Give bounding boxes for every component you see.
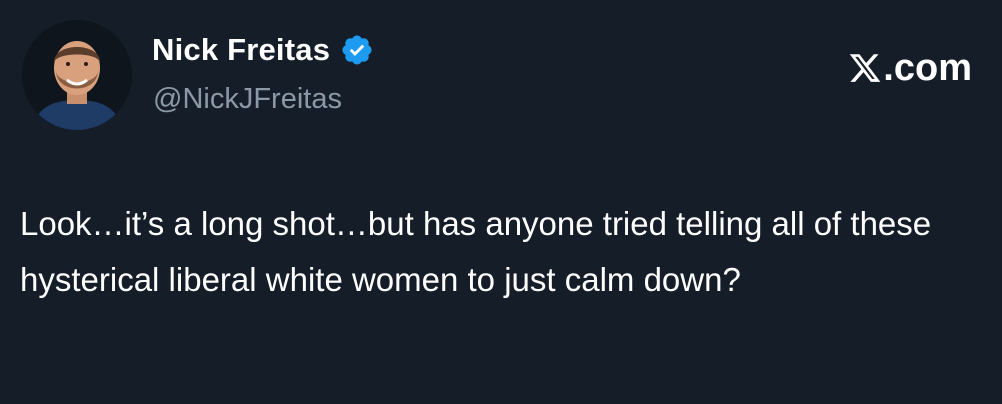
verified-badge-icon: [342, 35, 372, 65]
author-handle[interactable]: @NickJFreitas: [153, 80, 342, 118]
tweet-card: Nick Freitas @NickJFreitas .com Look…it’…: [0, 0, 1002, 404]
avatar-photo: [22, 20, 132, 130]
brand-mark: .com: [848, 46, 972, 90]
x-logo-icon: [850, 54, 881, 82]
tweet-text: Look…it’s a long shot…but has anyone tri…: [20, 205, 932, 298]
avatar[interactable]: [22, 20, 132, 130]
brand-text: .com: [883, 47, 972, 89]
author-display-name[interactable]: Nick Freitas: [152, 30, 330, 70]
author-name-row: Nick Freitas: [152, 30, 374, 70]
